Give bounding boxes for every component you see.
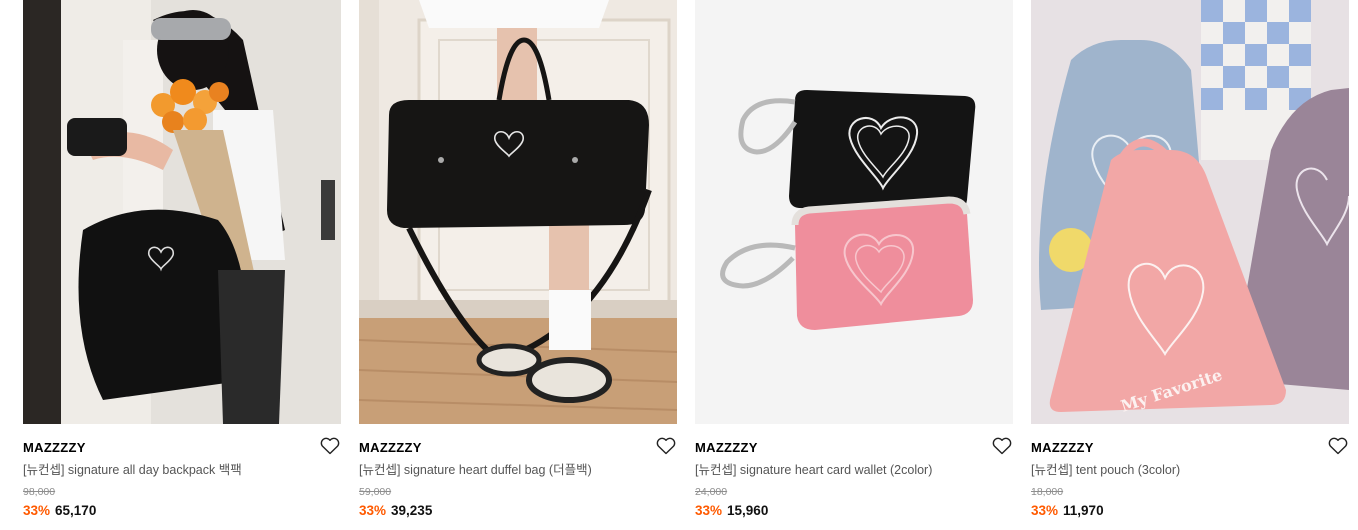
product-image[interactable]: [359, 0, 677, 424]
product-card[interactable]: MAZZZZY [뉴컨셉] signature heart card walle…: [695, 0, 1013, 530]
product-image[interactable]: My Favorite: [1031, 0, 1349, 424]
discount-rate: 33%: [23, 503, 51, 518]
discount-rate: 33%: [695, 503, 723, 518]
product-card[interactable]: MAZZZZY [뉴컨셉] signature all day backpack…: [23, 0, 341, 530]
brand-name[interactable]: MAZZZZY: [695, 440, 758, 455]
price-row: 33% 11,970: [1031, 503, 1349, 519]
wishlist-heart-icon[interactable]: [991, 436, 1013, 456]
product-card[interactable]: MAZZZZY [뉴컨셉] signature heart duffel bag…: [359, 0, 677, 530]
original-price: 59,000: [359, 486, 392, 498]
original-price: 24,000: [695, 486, 728, 498]
original-price: 18,000: [1031, 486, 1064, 498]
product-image[interactable]: [695, 0, 1013, 424]
product-image[interactable]: [23, 0, 341, 424]
product-grid: MAZZZZY [뉴컨셉] signature all day backpack…: [0, 0, 1358, 530]
product-title[interactable]: [뉴컨셉] tent pouch (3color): [1031, 461, 1349, 479]
product-title[interactable]: [뉴컨셉] signature all day backpack 백팩: [23, 461, 341, 479]
price-row: 33% 15,960: [695, 503, 1013, 519]
brand-name[interactable]: MAZZZZY: [23, 440, 86, 455]
product-title[interactable]: [뉴컨셉] signature heart duffel bag (더플백): [359, 461, 677, 479]
brand-name[interactable]: MAZZZZY: [1031, 440, 1094, 455]
wishlist-heart-icon[interactable]: [1327, 436, 1349, 456]
sale-price: 39,235: [391, 503, 433, 518]
sale-price: 15,960: [727, 503, 769, 518]
product-title[interactable]: [뉴컨셉] signature heart card wallet (2colo…: [695, 461, 1013, 479]
discount-rate: 33%: [359, 503, 387, 518]
brand-name[interactable]: MAZZZZY: [359, 440, 422, 455]
product-card[interactable]: My Favorite MAZZZZY [뉴컨셉] tent pouch (3c…: [1031, 0, 1349, 530]
discount-rate: 33%: [1031, 503, 1059, 518]
sale-price: 11,970: [1063, 503, 1104, 518]
price-row: 33% 39,235: [359, 503, 677, 519]
wishlist-heart-icon[interactable]: [319, 436, 341, 456]
sale-price: 65,170: [55, 503, 97, 518]
price-row: 33% 65,170: [23, 503, 341, 519]
wishlist-heart-icon[interactable]: [655, 436, 677, 456]
original-price: 98,000: [23, 486, 56, 498]
